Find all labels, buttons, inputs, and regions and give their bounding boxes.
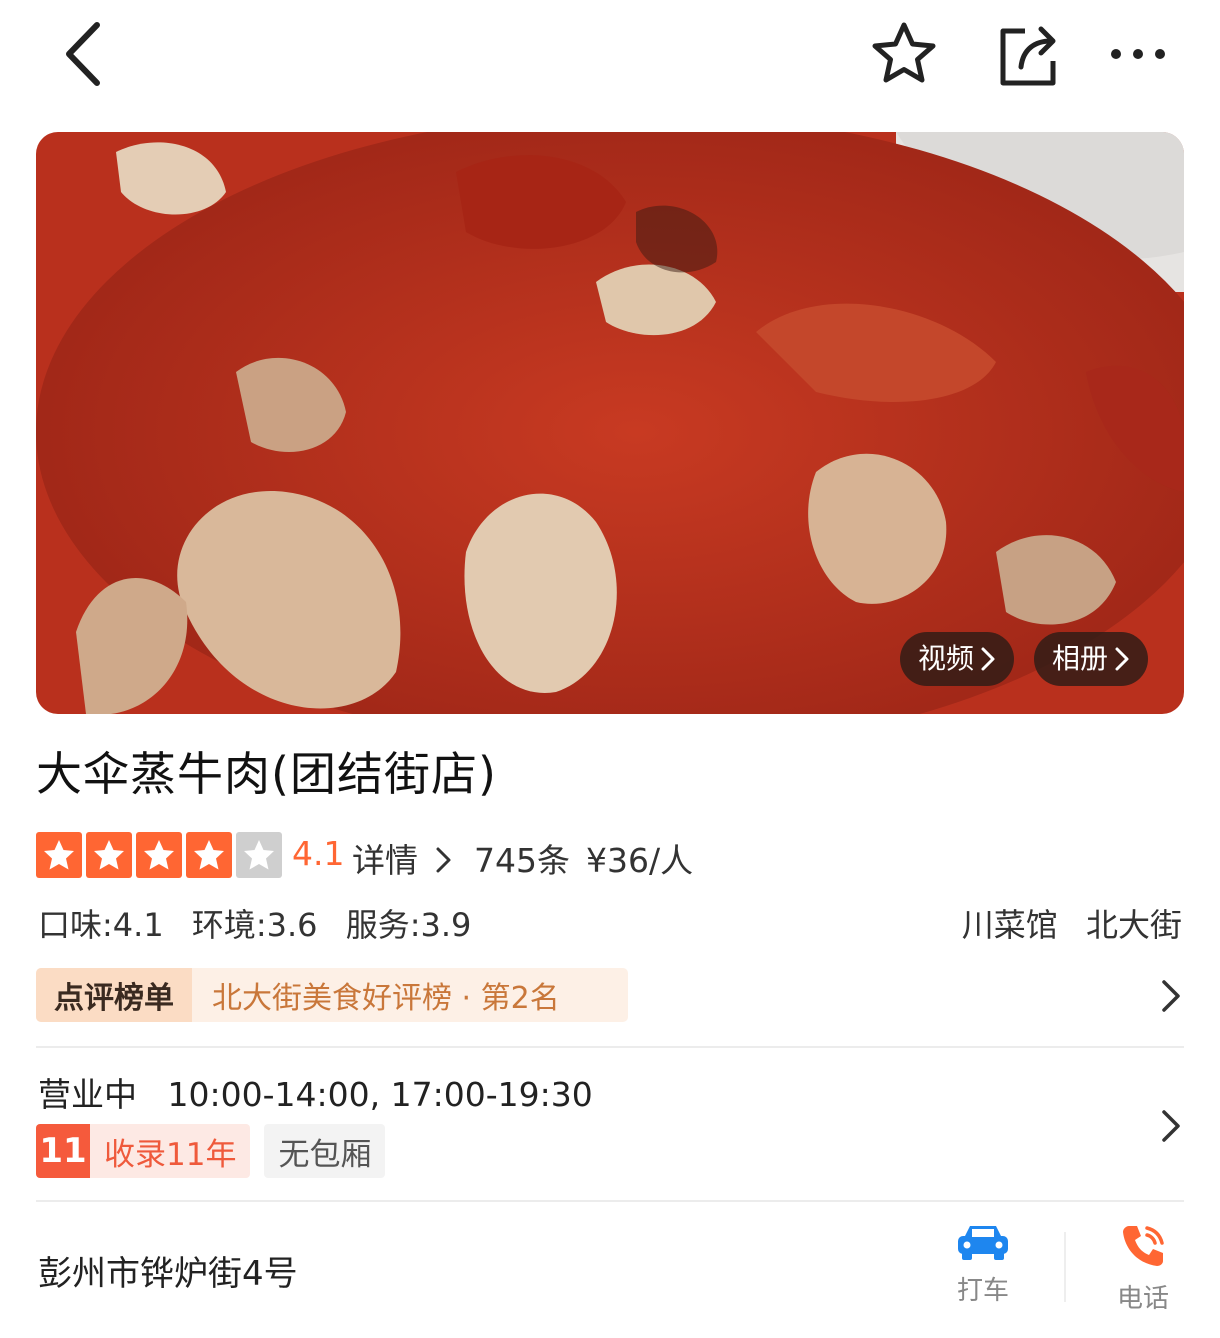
divider — [36, 1200, 1184, 1202]
business-hours[interactable]: 营业中 10:00-14:00, 17:00-19:30 — [38, 1068, 593, 1116]
subscore-environment: 环境:3.6 — [191, 906, 318, 944]
food-photo — [36, 132, 1184, 714]
chevron-right-icon — [436, 847, 450, 873]
star-outline-icon — [872, 22, 936, 83]
detail-link[interactable]: 详情 — [352, 834, 453, 882]
detail-label: 详情 — [352, 841, 418, 880]
share-icon — [1000, 26, 1056, 86]
price-per-person: ¥36/人 — [586, 841, 694, 880]
subscores: 口味:4.1 环境:3.6 服务:3.9 — [38, 900, 489, 946]
subscore-service: 服务:3.9 — [345, 906, 472, 944]
chevron-right-icon — [981, 647, 995, 671]
star-filled-icon — [136, 832, 182, 878]
rating-score: 4.1 — [292, 834, 345, 873]
taxi-label: 打车 — [956, 1276, 1009, 1306]
years-number: 11 — [36, 1124, 90, 1178]
ranking-text: 北大街美食好评榜 · 第2名 — [212, 981, 560, 1016]
tag-row: 11 收录11年 无包厢 — [36, 1124, 386, 1178]
video-button[interactable]: 视频 — [900, 632, 1015, 686]
chevron-right-icon — [1115, 647, 1129, 671]
divider — [36, 1046, 1184, 1048]
room-tag: 无包厢 — [264, 1124, 386, 1178]
star-empty-icon — [236, 832, 282, 878]
taxi-button[interactable]: 打车 — [938, 1222, 1028, 1307]
star-filled-icon — [36, 832, 82, 878]
star-filled-icon — [186, 832, 232, 878]
car-icon — [958, 1226, 1008, 1260]
ranking-badge: 点评榜单 — [36, 968, 192, 1022]
subscore-taste: 口味:4.1 — [38, 906, 164, 944]
review-count[interactable]: 745条 — [474, 834, 570, 882]
chevron-left-icon — [66, 22, 100, 86]
chevron-right-icon[interactable] — [1160, 978, 1182, 1014]
album-label: 相册 — [1052, 642, 1109, 675]
call-button[interactable]: 电话 — [1098, 1222, 1188, 1315]
address-text[interactable]: 彭州市铧炉街4号 — [38, 1246, 298, 1295]
years-tag: 11 收录11年 — [36, 1124, 251, 1178]
video-label: 视频 — [918, 642, 975, 675]
ranking-banner[interactable]: 点评榜单 北大街美食好评榜 · 第2名 — [36, 968, 628, 1022]
more-dots-icon — [1111, 49, 1165, 59]
hero-image[interactable]: 视频 相册 — [36, 132, 1184, 714]
business-status: 营业中 — [38, 1075, 137, 1114]
phone-icon — [1123, 1226, 1164, 1266]
star-rating — [36, 832, 282, 878]
star-filled-icon — [86, 832, 132, 878]
years-text: 收录11年 — [104, 1136, 237, 1173]
category-info: 川菜馆 北大街 — [944, 900, 1182, 946]
category-label[interactable]: 川菜馆 — [962, 906, 1058, 944]
more-button[interactable] — [1098, 14, 1178, 94]
share-button[interactable] — [988, 14, 1068, 94]
action-separator — [1064, 1232, 1066, 1302]
call-label: 电话 — [1116, 1284, 1169, 1314]
favorite-button[interactable] — [864, 14, 944, 94]
album-button[interactable]: 相册 — [1034, 632, 1149, 686]
shop-title: 大伞蒸牛肉(团结街店) — [36, 747, 497, 801]
back-button[interactable] — [48, 14, 118, 94]
district-label[interactable]: 北大街 — [1086, 906, 1182, 944]
chevron-right-icon[interactable] — [1160, 1108, 1182, 1144]
hours-text: 10:00-14:00, 17:00-19:30 — [167, 1075, 593, 1114]
